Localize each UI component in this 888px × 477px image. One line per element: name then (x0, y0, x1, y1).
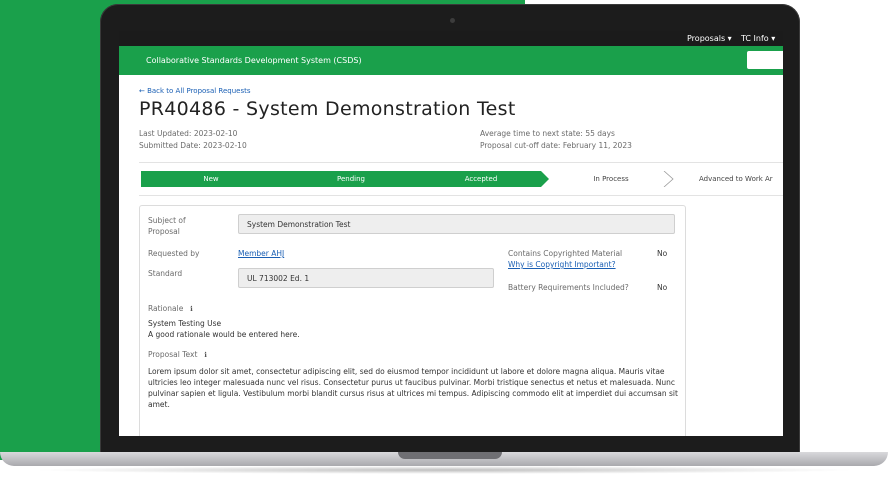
last-updated: Last Updated: 2023-02-10 (139, 129, 238, 138)
step-chevron-icon (663, 171, 674, 187)
laptop-screen: Proposals ▾ TC Info ▾ Collaborative Stan… (119, 31, 783, 436)
submitted-date: Submitted Date: 2023-02-10 (139, 141, 247, 150)
copyright-value: No (657, 249, 668, 258)
proposal-details-card: Subject of Proposal System Demonstration… (139, 205, 686, 436)
info-icon[interactable]: ℹ (200, 351, 207, 359)
copyright-label: Contains Copyrighted Material (508, 249, 623, 258)
app-header: Collaborative Standards Development Syst… (119, 46, 783, 75)
nav-proposals-label: Proposals (687, 34, 726, 43)
step-in-process: In Process (551, 171, 671, 187)
proposal-text-label: Proposal Text (148, 350, 198, 359)
step-accepted: Accepted (421, 171, 541, 187)
step-new: New (141, 171, 281, 187)
subject-label-line1: Subject of (148, 216, 186, 225)
battery-value: No (657, 283, 668, 292)
divider (139, 162, 783, 163)
battery-label: Battery Requirements Included? (508, 283, 629, 292)
requested-by-link[interactable]: Member AHJ (238, 249, 284, 258)
nav-tc-info-menu[interactable]: TC Info ▾ (741, 34, 775, 43)
proposal-text-header: Proposal Text ℹ (148, 350, 207, 359)
copyright-info-link[interactable]: Why is Copyright Important? (508, 260, 616, 269)
step-pending: Pending (281, 171, 421, 187)
back-to-proposals-link[interactable]: ← Back to All Proposal Requests (139, 87, 250, 95)
step-label: In Process (593, 175, 629, 183)
average-time: Average time to next state: 55 days (480, 129, 615, 138)
rationale-line2: A good rationale would be entered here. (148, 330, 300, 339)
laptop-base-notch (398, 452, 502, 459)
step-label: Advanced to Work Ar (699, 175, 773, 183)
nav-tc-info-label: TC Info (741, 34, 769, 43)
rationale-header: Rationale ℹ (148, 304, 193, 313)
divider (139, 195, 783, 196)
app-title[interactable]: Collaborative Standards Development Syst… (146, 56, 362, 65)
step-arrow-icon (531, 171, 549, 187)
subject-label-line2: Proposal (148, 227, 180, 236)
laptop-shadow (30, 466, 858, 474)
page-title: PR40486 - System Demonstration Test (139, 98, 516, 120)
rationale-line1: System Testing Use (148, 319, 222, 328)
rationale-label: Rationale (148, 304, 184, 313)
header-search-input[interactable] (747, 51, 783, 69)
requested-by-label: Requested by (148, 249, 200, 258)
subject-field[interactable]: System Demonstration Test (238, 214, 675, 234)
standard-label: Standard (148, 269, 183, 278)
standard-field[interactable]: UL 713002 Ed. 1 (238, 268, 494, 288)
step-label: Accepted (464, 175, 498, 183)
proposal-text-body: Lorem ipsum dolor sit amet, consectetur … (148, 367, 678, 409)
nav-proposals-menu[interactable]: Proposals ▾ (687, 34, 732, 43)
step-label: New (203, 175, 219, 183)
webcam (450, 18, 455, 23)
top-nav-bar: Proposals ▾ TC Info ▾ (119, 31, 783, 46)
info-icon[interactable]: ℹ (186, 305, 193, 313)
step-label: Pending (337, 175, 365, 183)
step-advanced: Advanced to Work Ar (677, 171, 783, 187)
cutoff-date: Proposal cut-off date: February 11, 2023 (480, 141, 632, 150)
